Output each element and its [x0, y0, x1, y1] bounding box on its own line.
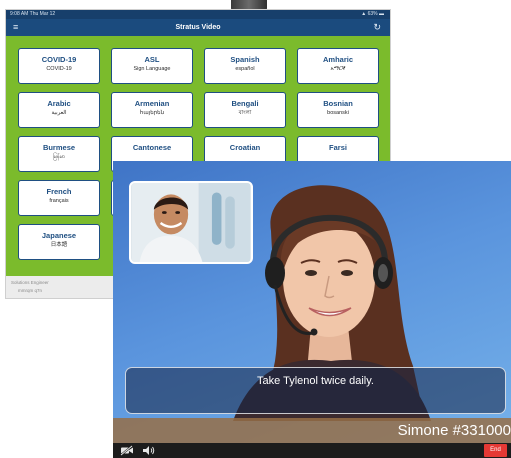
patient-self-video: [131, 183, 251, 262]
language-button-japanese[interactable]: Japanese 日本語: [18, 224, 100, 260]
language-button-french[interactable]: French français: [18, 180, 100, 216]
language-button-armenian[interactable]: Armenian հայերեն: [111, 92, 193, 128]
interpreter-name: Simone #331000: [397, 422, 511, 439]
language-native-name: አማርኛ: [330, 66, 346, 72]
language-name: COVID-19: [41, 55, 77, 64]
language-native-name: বাংলা: [238, 110, 252, 116]
app-header: ≡ Stratus Video ↻: [6, 19, 390, 36]
self-view-preview: [129, 181, 253, 264]
caption-text: Take Tylenol twice daily.: [257, 375, 374, 387]
language-native-name: español: [235, 66, 255, 72]
language-name: Croatian: [229, 143, 261, 152]
end-call-button[interactable]: End: [484, 444, 507, 457]
language-native-name: မြန်မာ: [52, 154, 66, 160]
language-name: Amharic: [322, 55, 353, 64]
language-name: Bengali: [231, 99, 259, 108]
language-button-burmese[interactable]: Burmese မြန်မာ: [18, 136, 100, 172]
app-title: Stratus Video: [175, 24, 221, 31]
language-button-bosnian[interactable]: Bosnian bosanski: [297, 92, 379, 128]
screenshot-stage: 9:08 AM Thu Mar 12 ▲ 63% ▬ ≡ Stratus Vid…: [0, 0, 511, 458]
language-native-name: COVID-19: [46, 66, 72, 72]
language-native-name: Sign Language: [133, 66, 171, 72]
video-call-screen: Take Tylenol twice daily. Simone #331000: [113, 161, 511, 458]
speaker-icon[interactable]: [142, 445, 155, 456]
language-native-name: bosanski: [327, 110, 349, 116]
language-name: French: [46, 187, 72, 196]
language-native-name: 日本語: [50, 242, 68, 248]
footer-role: Solutions Engineer: [11, 280, 49, 285]
language-native-name: français: [49, 198, 69, 204]
device-status-bar: 9:08 AM Thu Mar 12 ▲ 63% ▬: [6, 10, 390, 19]
language-button-asl[interactable]: ASL Sign Language: [111, 48, 193, 84]
language-name: Bosnian: [323, 99, 353, 108]
video-off-icon[interactable]: [120, 445, 134, 456]
language-name: Spanish: [230, 55, 260, 64]
call-control-bar: End: [113, 443, 511, 458]
language-button-amharic[interactable]: Amharic አማርኛ: [297, 48, 379, 84]
language-button-bengali[interactable]: Bengali বাংলা: [204, 92, 286, 128]
language-name: Burmese: [42, 143, 76, 152]
language-button-arabic[interactable]: Arabic العربية: [18, 92, 100, 128]
language-name: ASL: [144, 55, 160, 64]
live-caption-box: Take Tylenol twice daily.: [125, 367, 506, 414]
language-native-name: العربية: [51, 110, 67, 116]
status-time: 9:08 AM Thu Mar 12: [10, 11, 56, 17]
footer-detail: mmrqm q7n: [18, 288, 43, 293]
language-button-covid-19[interactable]: COVID-19 COVID-19: [18, 48, 100, 84]
status-battery: ▲ 63% ▬: [361, 11, 384, 17]
language-name: Arabic: [47, 99, 71, 108]
language-button-spanish[interactable]: Spanish español: [204, 48, 286, 84]
language-native-name: հայերեն: [139, 110, 165, 116]
language-name: Armenian: [134, 99, 170, 108]
language-name: Farsi: [329, 143, 347, 152]
language-name: Cantonese: [132, 143, 172, 152]
language-name: Japanese: [41, 231, 77, 240]
refresh-icon[interactable]: ↻: [373, 22, 381, 32]
interpreter-name-bar: Simone #331000: [113, 418, 511, 443]
